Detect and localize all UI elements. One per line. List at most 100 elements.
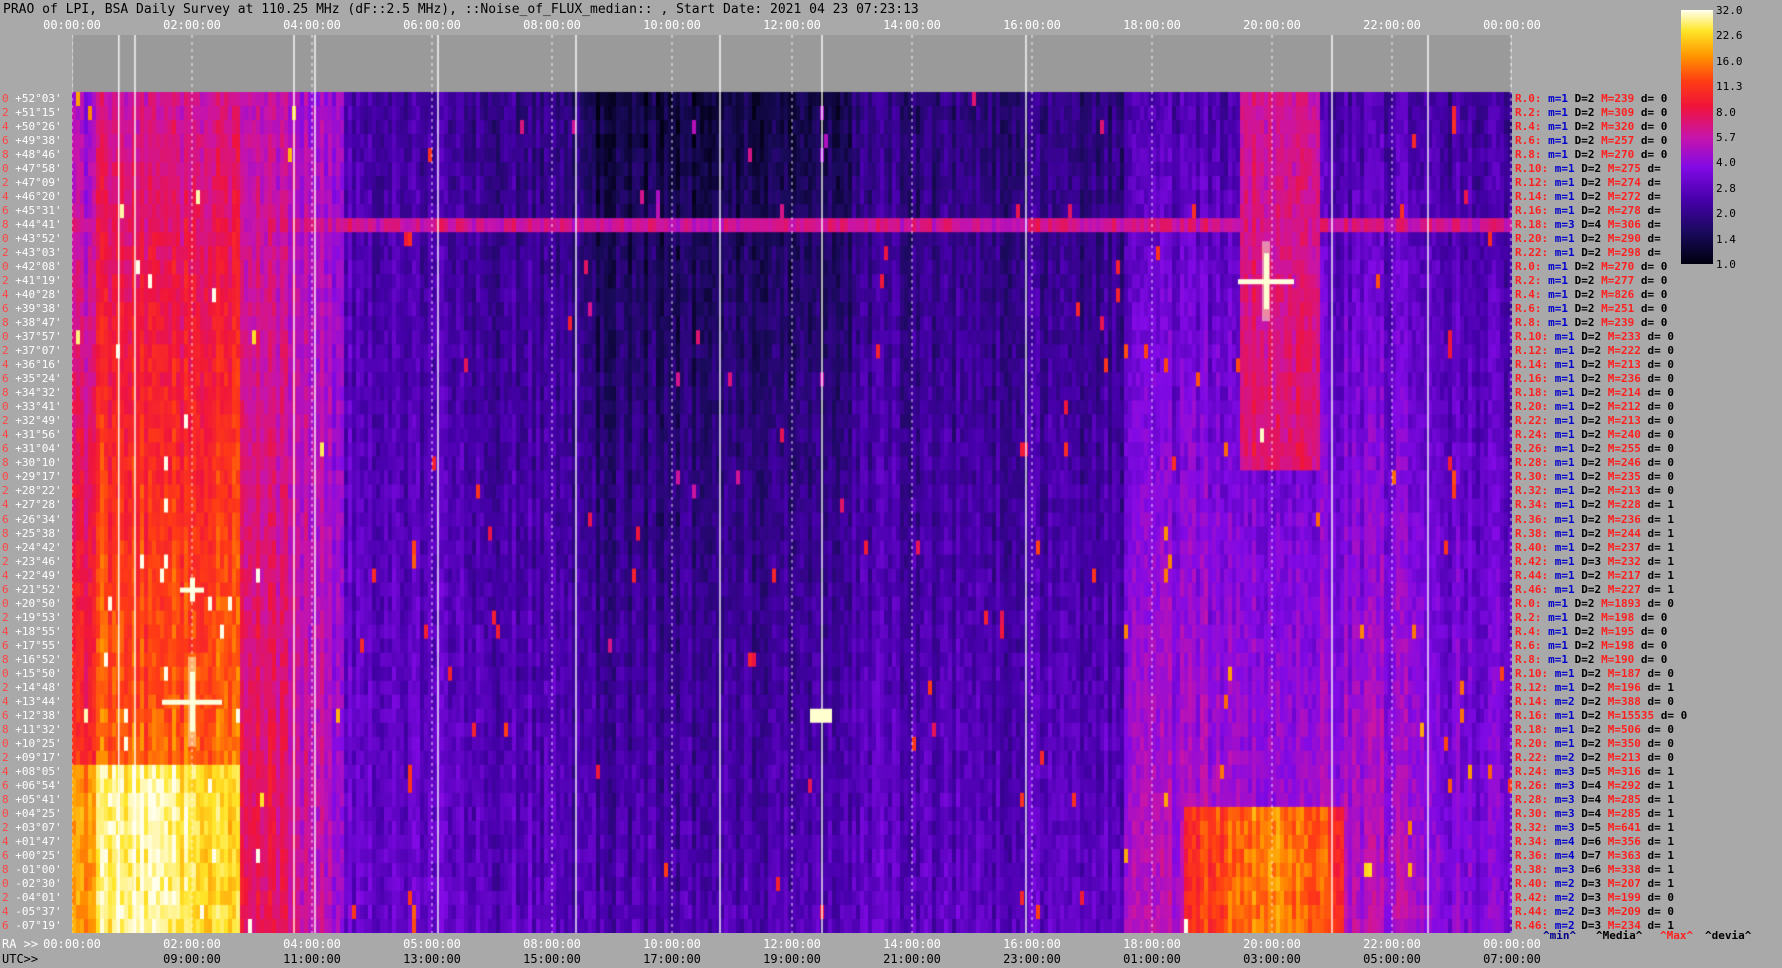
receiver-stats-row: R.2: m=1 D=2 M=277 d= 0 — [1515, 275, 1667, 286]
beam-index: 0 — [2, 400, 16, 414]
receiver-M: M=15535 — [1607, 708, 1655, 722]
receiver-d: D=2 — [1574, 316, 1595, 330]
declination-label: 2 +19°53' — [2, 612, 62, 623]
receiver-dd: d= 0 — [1640, 148, 1668, 162]
receiver-stats-row: R.44: m=2 D=3 M=209 d= 0 — [1515, 906, 1674, 917]
receiver-M: M=257 — [1601, 134, 1635, 148]
receiver-stats-row: R.14: m=1 D=2 M=272 d= — [1515, 191, 1661, 202]
receiver-stats-row: R.30: m=1 D=2 M=235 d= 0 — [1515, 471, 1674, 482]
receiver-stats-row: R.28: m=3 D=4 M=285 d= 1 — [1515, 794, 1674, 805]
beam-index: 0 — [2, 540, 16, 554]
receiver-m: m=1 — [1548, 92, 1568, 105]
receiver-m: m=1 — [1548, 624, 1568, 638]
ra-tick-label: 22:00:00 — [1363, 937, 1421, 951]
declination-label: 0 +10°25' — [2, 738, 62, 749]
declination-value: +31°04' — [15, 442, 62, 456]
declination-value: +04°25' — [15, 806, 62, 820]
receiver-stats-row: R.14: m=1 D=2 M=213 d= 0 — [1515, 359, 1674, 370]
beam-index: 8 — [2, 218, 16, 232]
declination-label: 4 -05°37' — [2, 906, 62, 917]
receiver-M: M=270 — [1601, 260, 1635, 274]
beam-index: 4 — [2, 288, 16, 302]
top-tick-label: 20:00:00 — [1243, 18, 1301, 32]
receiver-r: R.16: — [1515, 708, 1549, 722]
receiver-r: R.42: — [1515, 890, 1549, 904]
receiver-d: D=2 — [1581, 442, 1602, 456]
receiver-m: m=1 — [1548, 288, 1568, 302]
receiver-dd: d= 0 — [1640, 638, 1668, 652]
receiver-M: M=388 — [1607, 694, 1641, 708]
receiver-M: M=356 — [1607, 834, 1641, 848]
receiver-M: M=213 — [1607, 358, 1641, 372]
declination-value: +27°28' — [15, 498, 62, 512]
receiver-stats-row: R.16: m=1 D=2 M=15535 d= 0 — [1515, 710, 1687, 721]
receiver-stats-row: R.40: m=1 D=2 M=237 d= 1 — [1515, 542, 1674, 553]
chart-title: PRAO of LPI, BSA Daily Survey at 110.25 … — [3, 2, 919, 17]
declination-label: 0 +29°17' — [2, 471, 62, 482]
receiver-d: D=6 — [1581, 862, 1602, 876]
colorbar-tick-label: 8.0 — [1716, 105, 1736, 119]
receiver-d: D=2 — [1581, 204, 1602, 218]
top-tick-label: 12:00:00 — [763, 18, 821, 32]
receiver-m: m=1 — [1554, 568, 1575, 582]
beam-index: 8 — [2, 862, 16, 876]
declination-value: +16°52' — [15, 652, 62, 666]
colorbar-tick-label: 2.8 — [1716, 181, 1736, 195]
declination-value: +36°16' — [15, 358, 62, 372]
declination-value: +51°15' — [15, 106, 62, 120]
receiver-M: M=207 — [1607, 876, 1641, 890]
receiver-d: D=2 — [1574, 274, 1595, 288]
receiver-dd: d= 0 — [1647, 596, 1675, 610]
receiver-M: M=187 — [1607, 666, 1641, 680]
declination-value: +25°38' — [15, 526, 62, 540]
receiver-d: D=3 — [1581, 890, 1602, 904]
receiver-d: D=2 — [1574, 260, 1595, 274]
receiver-r: R.14: — [1515, 694, 1549, 708]
receiver-d: D=2 — [1581, 344, 1602, 358]
receiver-stats-row: R.18: m=3 D=4 M=306 d= — [1515, 219, 1661, 230]
heatmap-canvas — [72, 35, 1512, 933]
receiver-r: R.38: — [1515, 862, 1549, 876]
declination-label: 6 +12°38' — [2, 710, 62, 721]
declination-label: 0 +04°25' — [2, 808, 62, 819]
declination-label: 0 +52°03' — [2, 93, 62, 104]
receiver-stats-row: R.36: m=4 D=7 M=363 d= 1 — [1515, 850, 1674, 861]
receiver-d: D=2 — [1581, 750, 1602, 764]
receiver-M: M=236 — [1607, 512, 1641, 526]
receiver-M: M=233 — [1607, 330, 1641, 344]
receiver-stats-row: R.18: m=1 D=2 M=506 d= 0 — [1515, 724, 1674, 735]
beam-index: 2 — [2, 414, 16, 428]
receiver-r: R.8: — [1515, 652, 1542, 666]
receiver-d: D=2 — [1581, 456, 1602, 470]
receiver-dd: d= — [1647, 162, 1661, 176]
beam-index: 4 — [2, 624, 16, 638]
receiver-stats-row: R.26: m=1 D=2 M=255 d= 0 — [1515, 443, 1674, 454]
receiver-M: M=235 — [1607, 470, 1641, 484]
receiver-M: M=244 — [1607, 526, 1641, 540]
declination-label: 2 +37°07' — [2, 345, 62, 356]
beam-index: 6 — [2, 778, 16, 792]
receiver-r: R.30: — [1515, 470, 1549, 484]
receiver-d: D=3 — [1581, 554, 1602, 568]
receiver-r: R.6: — [1515, 134, 1542, 148]
receiver-d: D=2 — [1581, 526, 1602, 540]
receiver-M: M=236 — [1607, 372, 1641, 386]
beam-index: 8 — [2, 792, 16, 806]
declination-value: -07°19' — [15, 918, 62, 932]
receiver-r: R.8: — [1515, 316, 1542, 330]
receiver-stats-row: R.24: m=3 D=5 M=316 d= 1 — [1515, 766, 1674, 777]
receiver-stats-row: R.42: m=1 D=3 M=232 d= 1 — [1515, 556, 1674, 567]
declination-label: 6 -07°19' — [2, 920, 62, 931]
receiver-dd: d= — [1647, 190, 1661, 204]
receiver-M: M=306 — [1607, 218, 1641, 232]
declination-label: 2 +03°07' — [2, 822, 62, 833]
beam-index: 4 — [2, 358, 16, 372]
colorbar — [1681, 10, 1713, 264]
declination-value: -02°30' — [15, 876, 62, 890]
colorbar-tick-label: 4.0 — [1716, 156, 1736, 170]
receiver-d: D=2 — [1574, 638, 1595, 652]
beam-index: 8 — [2, 526, 16, 540]
receiver-stats-row: R.26: m=3 D=4 M=292 d= 1 — [1515, 780, 1674, 791]
declination-value: +01°47' — [15, 834, 62, 848]
receiver-dd: d= 1 — [1647, 876, 1675, 890]
